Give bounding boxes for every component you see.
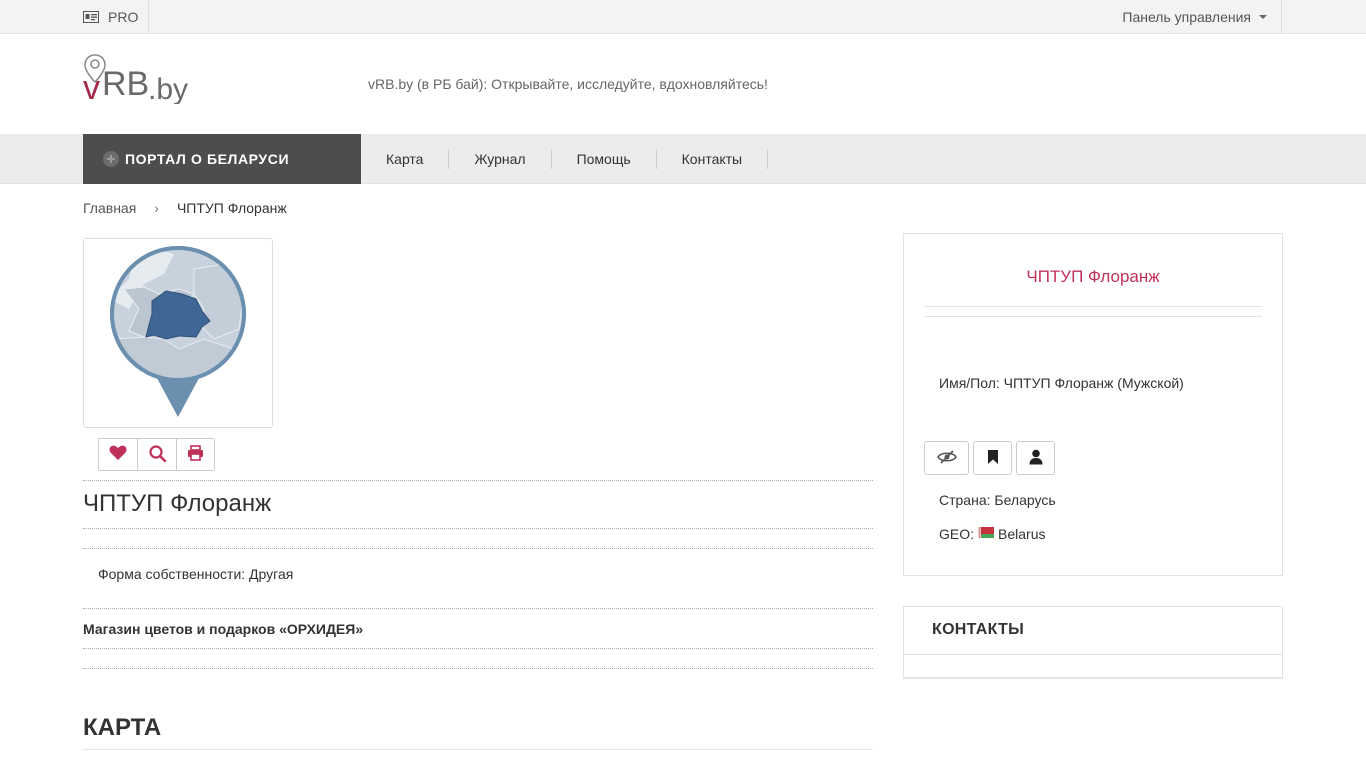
portal-label: ПОРТАЛ О БЕЛАРУСИ xyxy=(125,151,290,167)
breadcrumb-home[interactable]: Главная xyxy=(83,200,136,216)
top-bar: PRO Панель управления xyxy=(0,0,1366,34)
search-icon xyxy=(148,444,166,465)
profile-button[interactable] xyxy=(1016,441,1055,475)
belarus-flag-icon xyxy=(978,525,995,538)
divider xyxy=(83,668,873,669)
nav-link-help[interactable]: Помощь xyxy=(552,149,657,169)
divider xyxy=(904,654,1282,655)
bookmark-button[interactable] xyxy=(973,441,1012,475)
breadcrumb-separator: › xyxy=(154,200,159,216)
logo-text-rb: RB xyxy=(102,65,149,103)
favorite-button[interactable] xyxy=(99,439,138,470)
logo-text-v: v xyxy=(83,69,100,104)
pro-label: PRO xyxy=(108,9,139,25)
divider xyxy=(83,528,873,529)
plus-circle-icon xyxy=(103,151,119,167)
geo-label: GEO: xyxy=(939,526,975,542)
print-button[interactable] xyxy=(177,439,214,470)
zoom-button[interactable] xyxy=(138,439,177,470)
print-icon xyxy=(187,445,204,464)
caret-down-icon xyxy=(1259,15,1267,19)
main-nav: ПОРТАЛ О БЕЛАРУСИ Карта Журнал Помощь Ко… xyxy=(0,134,1366,184)
profile-name[interactable]: ЧПТУП Флоранж xyxy=(904,267,1282,287)
portal-menu-button[interactable]: ПОРТАЛ О БЕЛАРУСИ xyxy=(83,134,361,184)
geo-value: Belarus xyxy=(998,526,1046,542)
contacts-heading: КОНТАКТЫ xyxy=(932,621,1025,638)
profile-card: ЧПТУП Флоранж Имя/Пол: ЧПТУП Флоранж (Му… xyxy=(903,233,1283,576)
page-title: ЧПТУП Флоранж xyxy=(83,490,272,517)
nav-link-journal[interactable]: Журнал xyxy=(449,149,552,169)
breadcrumb-current: ЧПТУП Флоранж xyxy=(176,200,287,216)
divider xyxy=(924,316,1262,317)
nav-link-map[interactable]: Карта xyxy=(361,149,450,169)
item-actions xyxy=(98,438,215,471)
hide-button[interactable] xyxy=(924,441,969,475)
divider xyxy=(83,608,873,609)
id-card-icon xyxy=(83,11,99,23)
profile-actions xyxy=(924,441,1055,475)
divider xyxy=(924,306,1262,307)
site-logo[interactable]: v RB .by xyxy=(83,52,223,107)
ownership-form: Форма собственности: Другая xyxy=(98,566,294,582)
pro-link[interactable]: PRO xyxy=(83,0,150,34)
country-field: Страна: Беларусь xyxy=(939,492,1056,508)
user-icon xyxy=(1029,449,1043,468)
control-panel-dropdown[interactable]: Панель управления xyxy=(1122,0,1282,34)
eye-slash-icon xyxy=(936,449,957,467)
logo-text-by: .by xyxy=(148,73,188,104)
map-heading: КАРТА xyxy=(83,714,162,741)
geo-field: GEO: Belarus xyxy=(939,526,1045,542)
divider xyxy=(83,548,873,549)
bookmark-icon xyxy=(987,449,999,468)
breadcrumb: Главная › ЧПТУП Флоранж xyxy=(83,200,287,216)
nav-links: Карта Журнал Помощь Контакты xyxy=(361,134,769,184)
control-panel-label: Панель управления xyxy=(1122,9,1251,25)
profile-name-gender: Имя/Пол: ЧПТУП Флоранж (Мужской) xyxy=(939,375,1184,391)
site-tagline: vRB.by (в РБ бай): Открывайте, исследуйт… xyxy=(368,76,768,92)
belarus-map-image xyxy=(83,238,273,428)
divider xyxy=(83,480,873,481)
divider xyxy=(83,749,873,750)
nav-link-contacts[interactable]: Контакты xyxy=(657,149,769,169)
contacts-panel: КОНТАКТЫ xyxy=(903,606,1283,679)
heart-icon xyxy=(109,445,127,464)
shop-description: Магазин цветов и подарков «ОРХИДЕЯ» xyxy=(83,621,364,637)
divider xyxy=(83,648,873,649)
